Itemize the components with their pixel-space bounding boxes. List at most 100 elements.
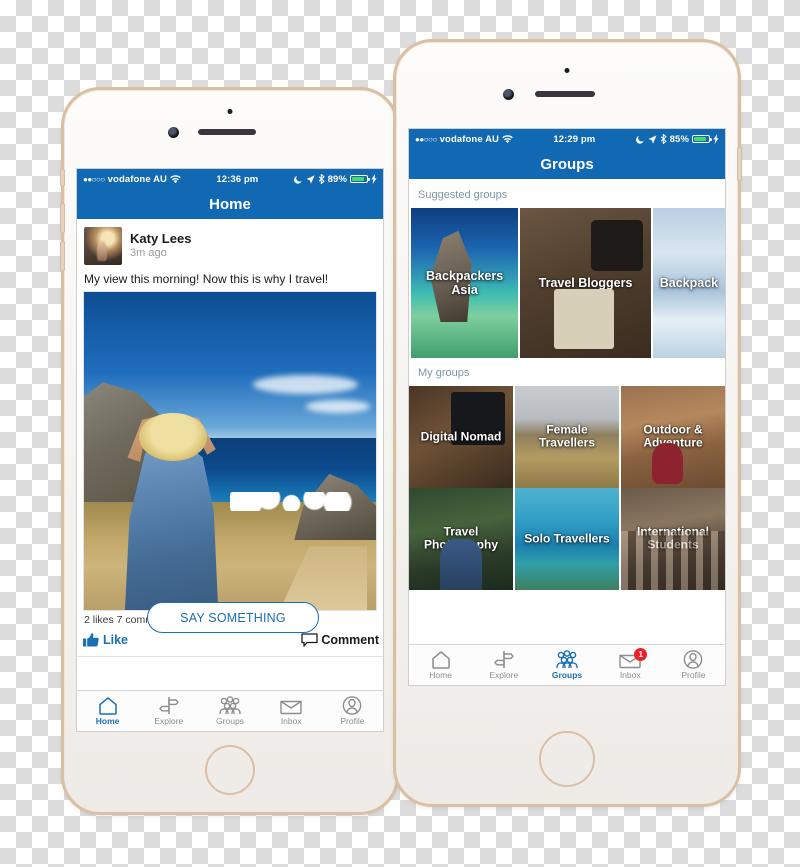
tab-label: Inbox (619, 669, 641, 680)
page-title-right: Groups (540, 155, 594, 173)
signal-dots-icon: ●●○○○ (415, 134, 437, 144)
tab-home[interactable]: Home (409, 650, 472, 680)
my-group-card[interactable]: Travel Photography (409, 488, 513, 590)
photo-cloud (253, 374, 359, 394)
inbox-badge: 1 (634, 647, 648, 661)
suggested-groups-label: Suggested groups (409, 179, 725, 208)
group-card-title: Travel Photography (424, 524, 498, 552)
post-author-name[interactable]: Katy Lees (130, 231, 191, 247)
post-photo[interactable] (84, 292, 376, 610)
do-not-disturb-icon (293, 175, 302, 184)
tab-label: Home (95, 716, 120, 726)
status-left-group: ●●○○○ vodafone AU (415, 134, 513, 145)
my-groups-row: Travel Photography Solo Travellers Inter… (409, 488, 725, 590)
tab-explore[interactable]: Explore (138, 696, 199, 726)
tab-explore[interactable]: Explore (472, 650, 535, 680)
proximity-sensor-icon (227, 109, 233, 114)
my-group-card[interactable]: Female Travellers (515, 386, 619, 488)
status-left-group: ●●○○○ vodafone AU (83, 174, 181, 185)
earpiece-speaker (535, 91, 595, 97)
status-bar-left: ●●○○○ vodafone AU 12:36 pm 89% (77, 169, 383, 189)
tab-bar-left: Home Explore Groups Inbox Profile (77, 690, 383, 731)
comment-button[interactable]: Comment (301, 633, 379, 647)
earpiece-speaker (198, 129, 256, 135)
group-card-title: Outdoor & Adventure (643, 422, 703, 450)
charging-bolt-icon (371, 174, 377, 184)
group-card-title: Backpackers Asia (426, 269, 504, 297)
avatar[interactable] (84, 227, 122, 265)
post-timestamp: 3m ago (130, 246, 167, 259)
status-right-group: 85% (635, 133, 719, 145)
screen-right: ●●○○○ vodafone AU 12:29 pm 85% Groups Su… (409, 129, 725, 685)
carrier-label: vodafone AU (439, 133, 500, 145)
my-groups-label: My groups (409, 358, 725, 386)
inbox-tray-icon (280, 700, 302, 714)
my-group-card[interactable]: International Students (621, 488, 725, 590)
my-group-card[interactable]: Solo Travellers (515, 488, 619, 590)
proximity-sensor-icon (564, 68, 570, 73)
say-something-button[interactable]: SAY SOMETHING (147, 602, 319, 633)
comment-bubble-icon (301, 633, 318, 647)
do-not-disturb-icon (635, 135, 644, 144)
screen-left: ●●○○○ vodafone AU 12:36 pm 89% Home Katy… (77, 169, 383, 731)
comment-label: Comment (321, 633, 379, 647)
photo-boats (230, 492, 359, 512)
tab-profile[interactable]: Profile (662, 650, 725, 680)
post-body-text: My view this morning! Now this is why I … (84, 272, 329, 286)
tab-inbox[interactable]: 1 Inbox (599, 647, 662, 680)
volume-down-left[interactable] (60, 241, 65, 271)
volume-up-left[interactable] (60, 203, 65, 233)
bluetooth-icon (318, 174, 325, 184)
post-action-row: Like Comment (77, 632, 383, 657)
tab-inbox[interactable]: Inbox (261, 697, 322, 726)
suggested-group-card[interactable]: Backpackers Asia (411, 208, 519, 358)
status-time-left: 12:36 pm (216, 173, 259, 185)
tab-groups[interactable]: Groups (535, 650, 598, 680)
tab-groups[interactable]: Groups (199, 696, 260, 726)
wifi-icon (170, 174, 181, 183)
suggested-groups-row[interactable]: Backpackers Asia Travel Bloggers Backpac… (409, 208, 725, 358)
home-icon (98, 697, 117, 715)
my-group-card[interactable]: Digital Nomad (409, 386, 513, 488)
home-icon (431, 651, 450, 669)
bluetooth-icon (660, 134, 667, 144)
mute-switch-left[interactable] (60, 169, 65, 186)
carrier-label: vodafone AU (107, 173, 168, 185)
power-button-right[interactable] (737, 147, 742, 181)
home-button-right[interactable] (539, 731, 595, 787)
like-label: Like (103, 633, 129, 647)
post-header: Katy Lees 3m ago (77, 219, 383, 269)
nav-bar-right: Groups (409, 149, 725, 179)
my-group-card[interactable]: Outdoor & Adventure (621, 386, 725, 488)
photo-cloud (305, 400, 371, 413)
tab-label: Home (429, 670, 452, 680)
tab-label: Inbox (280, 715, 302, 726)
home-button-left[interactable] (205, 745, 255, 795)
tab-profile[interactable]: Profile (322, 696, 383, 726)
suggested-group-card[interactable]: Travel Bloggers (520, 208, 651, 358)
thumbs-up-icon (83, 633, 99, 647)
phone-device-left: ●●○○○ vodafone AU 12:36 pm 89% Home Katy… (60, 90, 396, 812)
location-arrow-icon (648, 134, 657, 144)
signpost-icon (494, 651, 514, 668)
tab-home[interactable]: Home (77, 696, 138, 726)
people-group-icon (556, 650, 578, 669)
group-card-title: International Students (636, 524, 709, 552)
suggested-group-card[interactable]: Backpack (652, 208, 725, 358)
status-time-right: 12:29 pm (553, 133, 596, 145)
page-title-left: Home (209, 195, 251, 213)
tab-label: Explore (489, 670, 519, 680)
like-button[interactable]: Like (83, 633, 128, 647)
battery-percent-label: 89% (327, 173, 347, 185)
battery-percent-label: 85% (669, 133, 689, 145)
my-groups-row: Digital Nomad Female Travellers Outdoor … (409, 386, 725, 488)
person-circle-icon (684, 650, 703, 669)
tab-bar-right: Home Explore Groups 1 Inbox Profile (409, 644, 725, 685)
location-arrow-icon (306, 174, 315, 184)
nav-bar-left: Home (77, 189, 383, 219)
group-card-title: Travel Bloggers (538, 276, 633, 290)
photo-straw-hat (139, 412, 207, 461)
tab-label: Groups (551, 670, 583, 680)
status-right-group: 89% (293, 173, 377, 185)
wifi-icon (502, 134, 513, 143)
